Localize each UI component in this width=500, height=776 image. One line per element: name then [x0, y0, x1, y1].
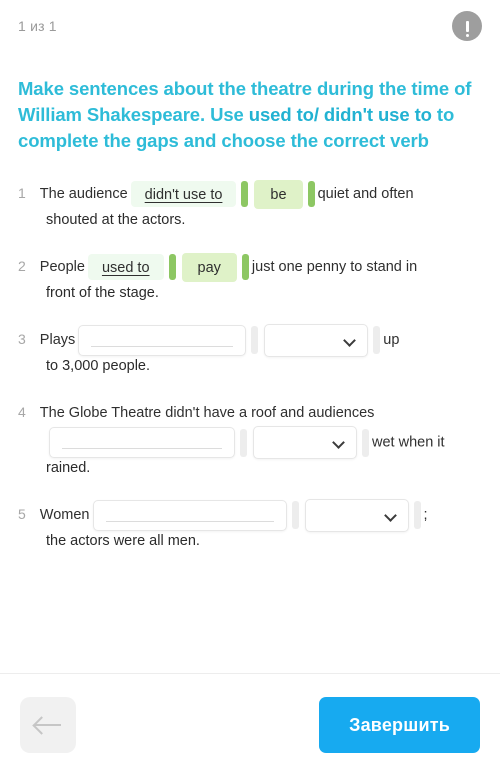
question-text-after: wet when it [372, 434, 445, 451]
answer-blank-group [92, 499, 299, 531]
questions-list: 1 The audience didn't use to be quiet and of… [0, 176, 500, 554]
question-row-4-fields: wet when it [18, 426, 482, 459]
question-text-before: Women [39, 507, 90, 523]
verb-select[interactable]: be [254, 179, 303, 209]
status-bar-empty [413, 501, 421, 530]
text-blank-input[interactable] [49, 427, 235, 458]
answer-blank-group [49, 427, 247, 458]
question-text-before: People [39, 259, 85, 275]
question-text-line2: the actors were all men. [46, 533, 200, 549]
status-bar-correct [307, 181, 315, 208]
text-blank-input[interactable]: used to [87, 254, 164, 281]
question-number: 5 [18, 506, 26, 522]
question-number: 4 [18, 404, 26, 420]
question-text-after: ; [423, 507, 428, 523]
answer-select-group [304, 498, 421, 532]
question-row-3: 3 Plays up to 3,000 people. [18, 322, 482, 379]
text-blank-input[interactable] [78, 324, 247, 356]
chevron-down-icon [383, 508, 397, 522]
verb-select[interactable] [253, 426, 357, 459]
question-text-after: up [383, 332, 400, 348]
back-button[interactable] [20, 697, 76, 753]
question-text-line2: to 3,000 people. [46, 358, 151, 374]
task-title: Make sentences about the theatre during … [18, 76, 482, 154]
question-text-before: The audience [39, 186, 128, 202]
footer-bar: Завершить [0, 674, 500, 776]
text-blank-input[interactable]: didn't use to [130, 181, 237, 208]
question-row-1: 1 The audience didn't use to be quiet and of… [18, 176, 482, 233]
question-text-before: Plays [39, 332, 76, 348]
exclamation-circle-icon[interactable] [452, 11, 482, 41]
answer-select-group: be [254, 179, 315, 209]
answer-select-group: pay [181, 252, 249, 282]
status-bar-empty [291, 501, 299, 530]
status-bar-correct [168, 254, 176, 281]
question-text-after: just one penny to stand in [251, 259, 418, 275]
question-row-4: 4 The Globe Theatre didn't have a roof an… [18, 395, 482, 481]
answer-select-group [253, 426, 369, 459]
status-bar-empty [251, 326, 259, 355]
status-bar-correct [241, 254, 249, 281]
question-row-5: 5 Women; the actors were all men. [18, 497, 482, 554]
page-counter: 1 из 1 [18, 18, 57, 34]
chevron-down-icon [332, 436, 345, 449]
exclamation-mark [465, 20, 469, 37]
question-number: 3 [18, 331, 26, 347]
finish-button[interactable]: Завершить [319, 697, 480, 753]
status-bar-empty [362, 428, 369, 457]
question-text-before: The Globe Theatre didn't have a roof and… [39, 405, 375, 421]
verb-select[interactable] [304, 498, 409, 532]
question-number: 1 [18, 185, 26, 201]
verb-select[interactable]: pay [181, 252, 237, 282]
question-text-line2: front of the stage. [46, 285, 159, 301]
answer-blank-group: used to [87, 254, 176, 281]
answer-blank-group: didn't use to [130, 181, 249, 208]
answer-select-group [264, 323, 381, 357]
question-number: 2 [18, 258, 26, 274]
question-text-line2: shouted at the actors. [46, 212, 186, 228]
verb-select[interactable] [264, 323, 369, 357]
text-blank-input[interactable] [92, 499, 287, 531]
page-header: 1 из 1 [0, 0, 500, 52]
answer-blank-group [78, 324, 259, 356]
status-bar-empty [240, 428, 247, 457]
question-row-2: 2 People used to pay just one penny to stand… [18, 249, 482, 306]
chevron-down-icon [343, 333, 357, 347]
status-bar-correct [241, 181, 249, 208]
arrow-left-icon [35, 724, 61, 726]
status-bar-empty [373, 326, 381, 355]
task-title-emphasis: used to/ didn't use to [248, 104, 432, 125]
question-text-after: quiet and often [317, 186, 414, 202]
